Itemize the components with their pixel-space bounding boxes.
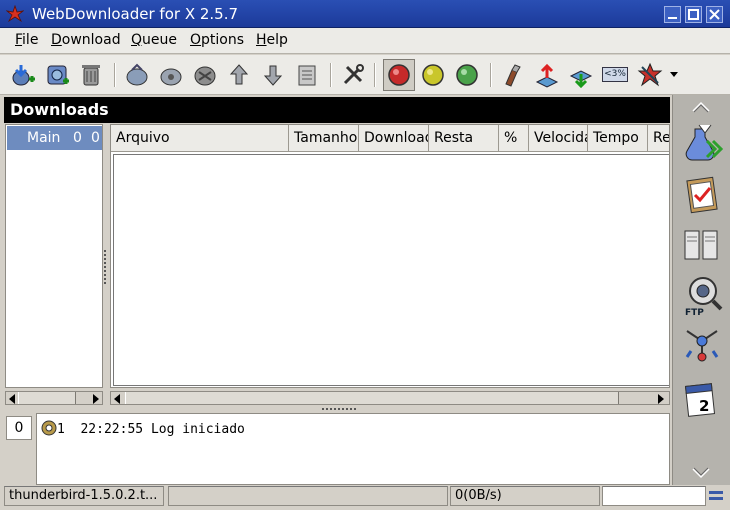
- scroll-thumb[interactable]: [18, 392, 76, 404]
- green-light-icon[interactable]: [454, 62, 480, 88]
- list-hscrollbar[interactable]: [110, 391, 670, 405]
- tree-item-main[interactable]: Main 0 0: [7, 126, 102, 150]
- tree-hscrollbar[interactable]: [5, 391, 103, 405]
- minimize-button[interactable]: [664, 6, 681, 23]
- scroll-right-icon[interactable]: [658, 394, 664, 404]
- tree-item-label: Main: [27, 130, 61, 146]
- speed-up-icon[interactable]: [534, 62, 560, 88]
- column-header-remaining[interactable]: Resta: [429, 125, 499, 152]
- column-header-downloaded[interactable]: Downloaded: [359, 125, 429, 152]
- log-icon[interactable]: [294, 62, 320, 88]
- ftp-search-icon[interactable]: FTP: [681, 273, 723, 317]
- menu-download[interactable]: Download: [51, 32, 121, 48]
- toolbar: <3%: [0, 55, 730, 95]
- tree-item-count-b: 0: [91, 130, 100, 146]
- tree-item-count-a: 0: [73, 130, 82, 146]
- maximize-icon: [688, 9, 699, 20]
- network-icon[interactable]: [681, 323, 723, 367]
- log-count: 0: [6, 416, 32, 440]
- red-light-icon[interactable]: [386, 62, 412, 88]
- log-line: 1 22:22:55 Log iniciado: [41, 420, 245, 437]
- column-header-extra[interactable]: Re: [648, 125, 669, 152]
- close-icon: [709, 9, 720, 20]
- status-extra: [602, 486, 706, 506]
- scroll-up-icon[interactable]: [691, 101, 711, 113]
- status-menu-icon[interactable]: [708, 490, 724, 502]
- log-line-time: 22:22:55: [80, 422, 144, 437]
- speed-limit-label: <3%: [604, 69, 626, 79]
- run-icon[interactable]: [124, 62, 150, 88]
- svg-text:2: 2: [699, 397, 709, 415]
- queue-tree[interactable]: Main 0 0: [5, 124, 103, 388]
- log-view[interactable]: 1 22:22:55 Log iniciado: [36, 413, 670, 485]
- servers-icon[interactable]: [681, 223, 723, 267]
- status-bar: thunderbird-1.5.0.2.t... 0(0B/s): [0, 485, 730, 510]
- scroll-right-icon[interactable]: [93, 394, 99, 404]
- column-header-size[interactable]: Tamanho: [289, 125, 359, 152]
- find-icon[interactable]: [500, 62, 526, 88]
- scroll-thumb[interactable]: [125, 392, 619, 404]
- calendar-icon[interactable]: 2: [681, 377, 723, 421]
- app-icon: [6, 5, 24, 23]
- window-title: WebDownloader for X 2.5.7: [32, 5, 239, 23]
- status-speed: 0(0B/s): [450, 486, 600, 506]
- toolbar-separator: [490, 63, 492, 87]
- download-list-body[interactable]: [113, 154, 669, 386]
- status-file: thunderbird-1.5.0.2.t...: [4, 486, 164, 506]
- delete-icon[interactable]: [78, 62, 104, 88]
- close-button[interactable]: [706, 6, 723, 23]
- horizontal-splitter[interactable]: [322, 408, 356, 411]
- toolbar-separator: [374, 63, 376, 87]
- menu-bar: File Download Queue Options Help: [0, 28, 730, 54]
- title-bar[interactable]: WebDownloader for X 2.5.7: [0, 0, 730, 28]
- column-header-time[interactable]: Tempo: [588, 125, 648, 152]
- maximize-button[interactable]: [685, 6, 702, 23]
- downloads-header: Downloads: [4, 97, 670, 123]
- column-header-percent[interactable]: %: [499, 125, 529, 152]
- toolbar-separator: [114, 63, 116, 87]
- move-up-icon[interactable]: [226, 62, 252, 88]
- status-progress: [168, 486, 448, 506]
- log-entry-icon: [41, 420, 57, 436]
- column-header-speed[interactable]: Velocidade: [529, 125, 588, 152]
- log-line-number: 1: [57, 422, 65, 437]
- scroll-left-icon[interactable]: [114, 394, 120, 404]
- task-list-icon[interactable]: [681, 173, 723, 217]
- add-download-icon[interactable]: [10, 62, 36, 88]
- scroll-left-icon[interactable]: [9, 394, 15, 404]
- yellow-light-icon[interactable]: [420, 62, 446, 88]
- menu-queue[interactable]: Queue: [131, 32, 177, 48]
- add-clipboard-icon[interactable]: [44, 62, 70, 88]
- new-download-icon[interactable]: [681, 123, 723, 167]
- stop-icon[interactable]: [158, 62, 184, 88]
- minimize-icon: [668, 17, 677, 19]
- speed-limit-icon[interactable]: <3%: [602, 67, 628, 82]
- speed-down-icon[interactable]: [568, 62, 594, 88]
- scroll-down-icon[interactable]: [691, 467, 711, 479]
- menu-help[interactable]: Help: [256, 32, 288, 48]
- theme-icon[interactable]: [637, 62, 663, 88]
- log-line-text: Log iniciado: [150, 422, 245, 437]
- column-header-file[interactable]: Arquivo: [111, 125, 289, 152]
- delete-completed-icon[interactable]: [192, 62, 218, 88]
- log-panel: 0 1 22:22:55 Log iniciado: [4, 413, 670, 485]
- svg-text:FTP: FTP: [685, 308, 704, 317]
- menu-file[interactable]: File: [15, 32, 38, 48]
- side-toolbar: FTP 2: [672, 95, 730, 485]
- vertical-splitter[interactable]: [104, 250, 107, 284]
- settings-icon[interactable]: [340, 62, 366, 88]
- download-list[interactable]: Arquivo Tamanho Downloaded Resta % Veloc…: [110, 124, 670, 388]
- toolbar-separator: [330, 63, 332, 87]
- menu-options[interactable]: Options: [190, 32, 244, 48]
- move-down-icon[interactable]: [260, 62, 286, 88]
- dropdown-arrow-icon[interactable]: [666, 67, 682, 83]
